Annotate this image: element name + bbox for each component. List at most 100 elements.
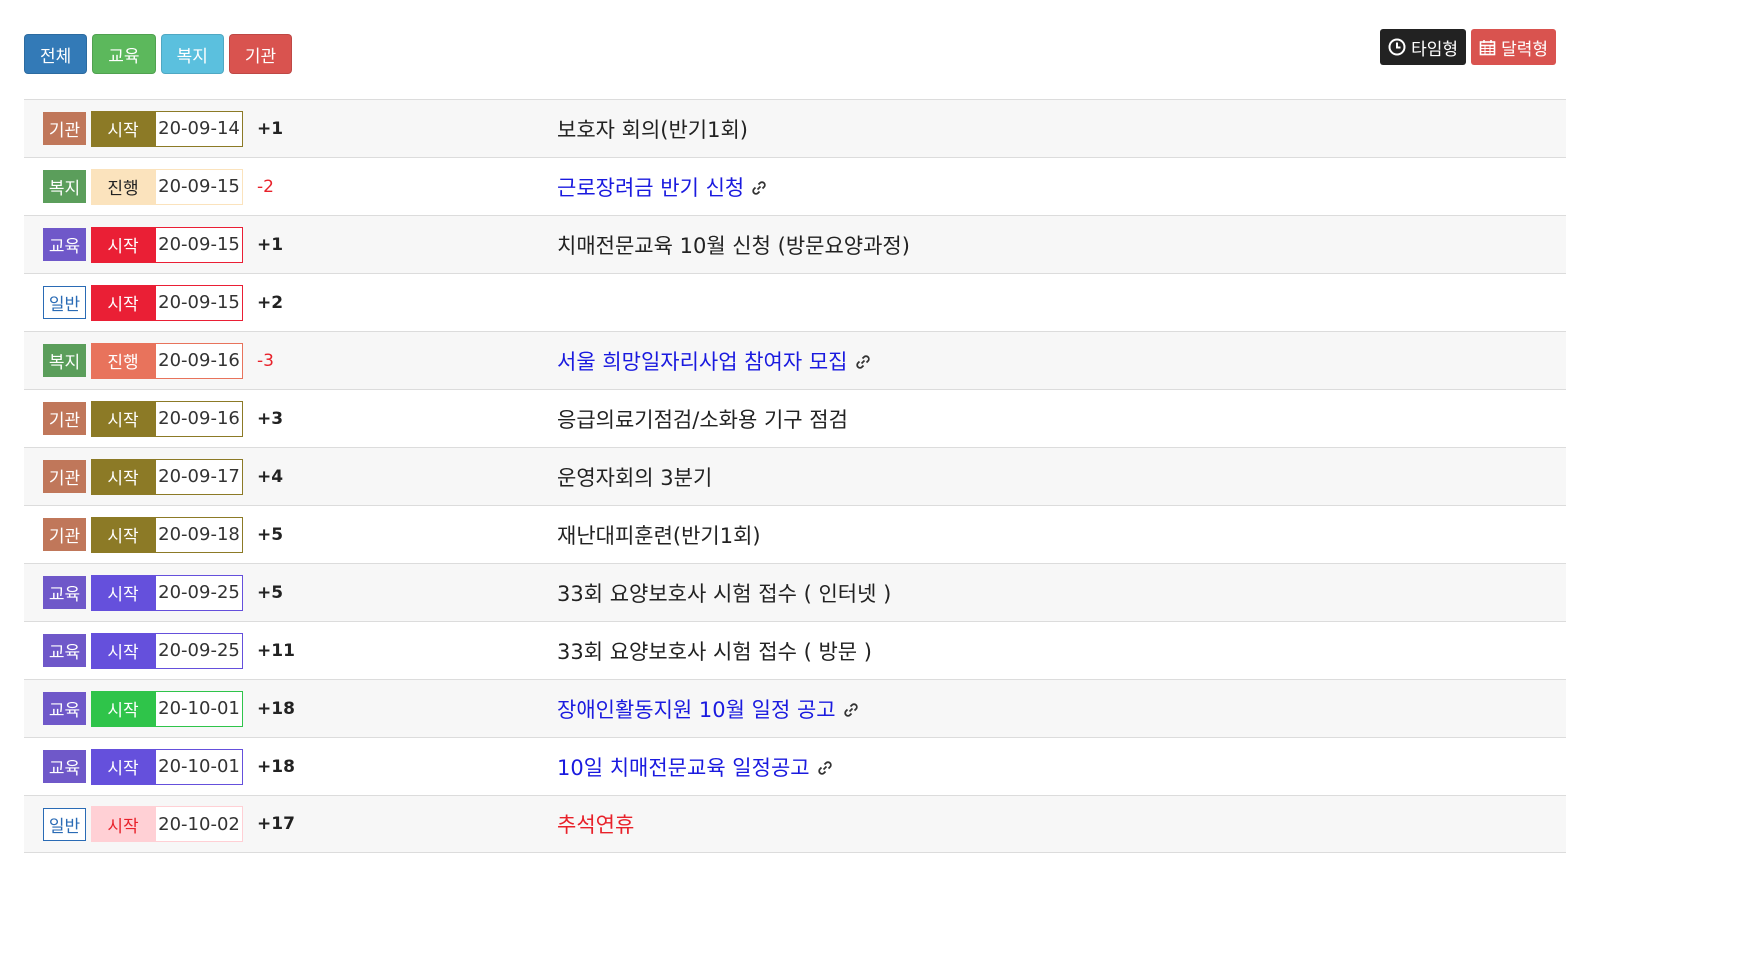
calendar-view-button[interactable]: 달력형	[1471, 29, 1556, 65]
schedule-row[interactable]: 일반 시작 20-09-15 +2	[24, 273, 1566, 331]
schedule-title-text: 33회 요양보호사 시험 접수 ( 인터넷 )	[557, 581, 892, 606]
status-badge: 시작	[91, 284, 155, 321]
link-icon	[854, 352, 872, 370]
schedule-title-text: 재난대피훈련(반기1회)	[557, 523, 761, 548]
date-label: 20-10-01	[155, 690, 243, 727]
schedule-title-text: 응급의료기점검/소화용 기구 점검	[557, 407, 848, 432]
timeline-view-label: 타임형	[1411, 39, 1459, 60]
category-badge: 기관	[43, 112, 86, 145]
link-icon	[816, 758, 834, 776]
day-diff: +5	[257, 524, 284, 545]
day-diff: +18	[257, 698, 295, 719]
day-diff: +11	[257, 640, 295, 661]
schedule-row[interactable]: 복지 진행 20-09-16 -3 서울 희망일자리사업 참여자 모집	[24, 331, 1566, 389]
status-badge: 시작	[91, 748, 155, 785]
date-label: 20-09-15	[155, 168, 243, 205]
status-badge: 진행	[91, 168, 155, 205]
date-label: 20-10-02	[155, 806, 243, 842]
schedule-row[interactable]: 교육 시작 20-09-15 +1 치매전문교육 10월 신청 (방문요양과정)	[24, 215, 1566, 273]
schedule-title-link[interactable]: 10일 치매전문교육 일정공고	[557, 752, 810, 782]
status-badge: 시작	[91, 806, 155, 842]
status-badge: 시작	[91, 458, 155, 495]
schedule-title[interactable]: 장애인활동지원 10월 일정 공고	[557, 694, 860, 724]
schedule-title: 운영자회의 3분기	[557, 462, 712, 492]
schedule-title: 재난대피훈련(반기1회)	[557, 520, 761, 550]
category-badge: 기관	[43, 518, 86, 551]
day-diff: -2	[257, 176, 274, 197]
status-badge: 시작	[91, 632, 155, 669]
schedule-title: 응급의료기점검/소화용 기구 점검	[557, 404, 848, 434]
filter-institution-button[interactable]: 기관	[228, 34, 293, 74]
schedule-title-link[interactable]: 서울 희망일자리사업 참여자 모집	[557, 346, 848, 376]
filter-welfare-button[interactable]: 복지	[160, 34, 224, 74]
schedule-row[interactable]: 기관 시작 20-09-17 +4 운영자회의 3분기	[24, 447, 1566, 505]
schedule-row[interactable]: 교육 시작 20-09-25 +5 33회 요양보호사 시험 접수 ( 인터넷 …	[24, 563, 1566, 621]
status-badge: 시작	[91, 110, 155, 147]
schedule-title[interactable]: 근로장려금 반기 신청	[557, 172, 768, 202]
schedule-title[interactable]: 10일 치매전문교육 일정공고	[557, 752, 834, 782]
schedule-row[interactable]: 복지 진행 20-09-15 -2 근로장려금 반기 신청	[24, 157, 1566, 215]
status-badge: 시작	[91, 226, 155, 263]
schedule-title-text: 추석연휴	[557, 813, 635, 837]
day-diff: +3	[257, 408, 284, 429]
day-diff: -3	[257, 350, 274, 371]
schedule-title-text: 치매전문교육 10월 신청 (방문요양과정)	[557, 233, 910, 258]
schedule-title-link[interactable]: 근로장려금 반기 신청	[557, 172, 744, 202]
date-label: 20-10-01	[155, 748, 243, 785]
schedule-row[interactable]: 기관 시작 20-09-16 +3 응급의료기점검/소화용 기구 점검	[24, 389, 1566, 447]
day-diff: +5	[257, 582, 284, 603]
schedule-title[interactable]: 서울 희망일자리사업 참여자 모집	[557, 346, 872, 376]
date-label: 20-09-17	[155, 458, 243, 495]
schedule-row[interactable]: 교육 시작 20-10-01 +18 10일 치매전문교육 일정공고	[24, 737, 1566, 795]
filter-education-button[interactable]: 교육	[92, 34, 156, 74]
schedule-title-link[interactable]: 장애인활동지원 10월 일정 공고	[557, 694, 836, 724]
category-badge: 일반	[43, 807, 86, 841]
calendar-icon	[1479, 39, 1496, 56]
link-icon	[842, 700, 860, 718]
status-badge: 시작	[91, 690, 155, 727]
schedule-title: 보호자 회의(반기1회)	[557, 114, 748, 144]
category-badge: 일반	[43, 286, 86, 319]
date-label: 20-09-16	[155, 342, 243, 379]
schedule-title-text: 33회 요양보호사 시험 접수 ( 방문 )	[557, 639, 872, 664]
date-label: 20-09-15	[155, 284, 243, 321]
category-filter-group: 전체 교육 복지 기관	[24, 34, 293, 74]
category-badge: 복지	[43, 170, 86, 203]
status-badge: 시작	[91, 400, 155, 437]
calendar-view-label: 달력형	[1501, 39, 1548, 60]
date-label: 20-09-25	[155, 632, 243, 669]
schedule-row[interactable]: 기관 시작 20-09-18 +5 재난대피훈련(반기1회)	[24, 505, 1566, 563]
schedule-title: 추석연휴	[557, 809, 634, 839]
schedule-row[interactable]: 기관 시작 20-09-14 +1 보호자 회의(반기1회)	[24, 99, 1566, 157]
status-badge: 시작	[91, 574, 155, 611]
schedule-title: 33회 요양보호사 시험 접수 ( 인터넷 )	[557, 578, 891, 608]
schedule-title-text: 운영자회의 3분기	[557, 465, 713, 490]
status-badge: 시작	[91, 516, 155, 553]
clock-icon	[1388, 38, 1406, 56]
schedule-row[interactable]: 일반 시작 20-10-02 +17 추석연휴	[24, 795, 1566, 853]
schedule-row[interactable]: 교육 시작 20-09-25 +11 33회 요양보호사 시험 접수 ( 방문 …	[24, 621, 1566, 679]
day-diff: +1	[257, 118, 284, 139]
category-badge: 교육	[43, 228, 86, 261]
date-label: 20-09-16	[155, 400, 243, 437]
category-badge: 교육	[43, 576, 86, 609]
view-toggle-group: 타임형 달력형	[1380, 29, 1556, 65]
date-label: 20-09-14	[155, 110, 243, 147]
status-badge: 진행	[91, 342, 155, 379]
schedule-title-text: 보호자 회의(반기1회)	[557, 117, 748, 142]
category-badge: 기관	[43, 460, 86, 493]
schedule-title: 치매전문교육 10월 신청 (방문요양과정)	[557, 230, 910, 260]
timeline-view-button[interactable]: 타임형	[1380, 29, 1467, 65]
day-diff: +4	[257, 466, 284, 487]
date-label: 20-09-25	[155, 574, 243, 611]
date-label: 20-09-18	[155, 516, 243, 553]
filter-all-button[interactable]: 전체	[24, 34, 88, 74]
schedule-list: 기관 시작 20-09-14 +1 보호자 회의(반기1회) 복지 진행 20-…	[24, 99, 1566, 853]
day-diff: +17	[257, 814, 295, 834]
link-icon	[750, 178, 768, 196]
category-badge: 교육	[43, 750, 86, 783]
schedule-title: 33회 요양보호사 시험 접수 ( 방문 )	[557, 636, 872, 666]
category-badge: 교육	[43, 692, 86, 725]
schedule-row[interactable]: 교육 시작 20-10-01 +18 장애인활동지원 10월 일정 공고	[24, 679, 1566, 737]
day-diff: +1	[257, 234, 284, 255]
